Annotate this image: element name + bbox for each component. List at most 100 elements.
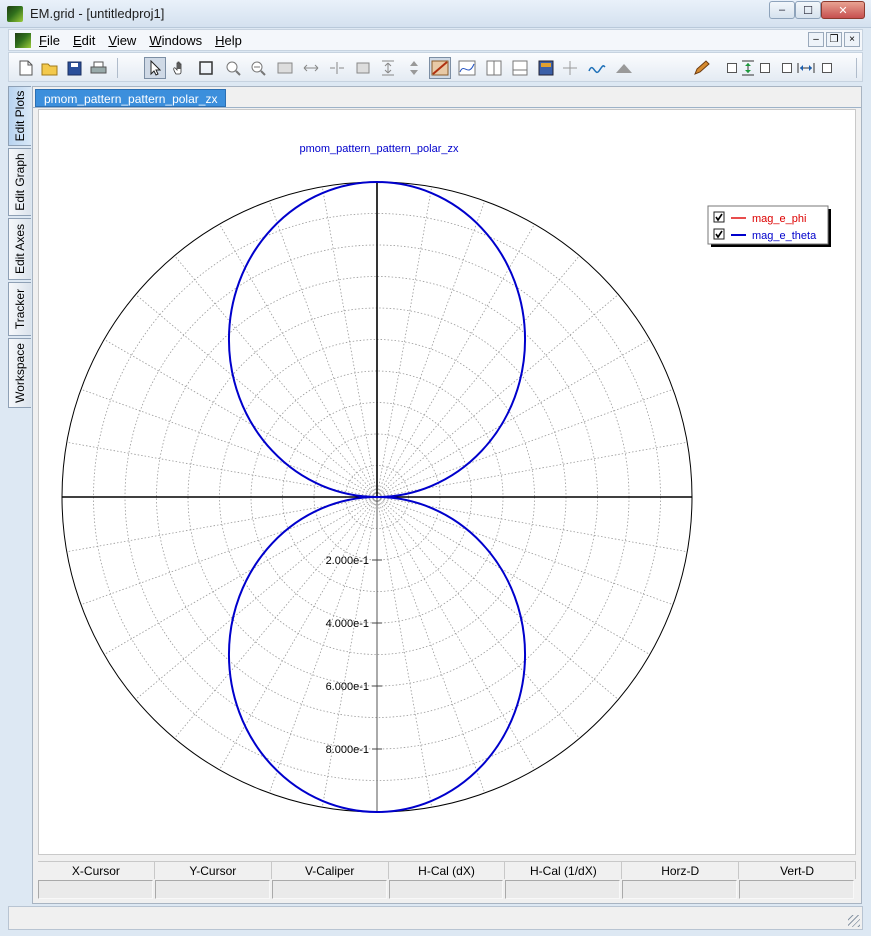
h-cal-inv-dx-header: H-Cal (1/dX) [505, 862, 623, 879]
grid-spoke [104, 496, 378, 655]
stretch-v-icon[interactable] [403, 57, 425, 79]
chart-title: pmom_pattern_pattern_polar_zx [300, 143, 459, 155]
legend-label: mag_e_theta [752, 230, 817, 242]
grid-spoke [376, 496, 535, 770]
menu-view[interactable]: View [108, 33, 136, 48]
h-caliper-icon[interactable] [795, 57, 817, 79]
peak-icon[interactable] [613, 57, 635, 79]
open-folder-icon[interactable] [39, 57, 61, 79]
horz-d-value [622, 880, 738, 899]
grid-spoke [376, 339, 650, 498]
fit-v-icon[interactable] [352, 57, 374, 79]
fit-height-icon[interactable] [377, 57, 399, 79]
tab-divider [33, 107, 861, 108]
menu-edit[interactable]: Edit [73, 33, 95, 48]
grid-spoke [376, 496, 674, 606]
tab-edit-axes[interactable]: Edit Axes [8, 218, 31, 280]
toolbar-checkbox-2[interactable] [760, 63, 770, 73]
maximize-button[interactable]: ☐ [795, 1, 821, 19]
grid-spoke [376, 224, 535, 498]
toolbar-checkbox-3[interactable] [782, 63, 792, 73]
grid-spoke [376, 255, 580, 498]
pan-hand-icon[interactable] [169, 57, 191, 79]
zoom-in-icon[interactable] [222, 57, 244, 79]
polar-chart[interactable]: 2.000e-1 4.000e-1 6.000e-1 8.000e-1 pmom_pat… [39, 110, 855, 854]
resize-grip-icon[interactable] [848, 915, 860, 927]
grid-spoke [376, 388, 674, 498]
grid-spoke [321, 186, 378, 498]
fit-page-icon[interactable] [274, 57, 296, 79]
curve-icon[interactable] [586, 57, 608, 79]
toolbar-separator [856, 58, 857, 78]
save-icon[interactable] [63, 57, 85, 79]
mdi-minimize-button[interactable]: – [808, 32, 824, 47]
pointer-icon[interactable] [144, 57, 166, 79]
tab-edit-graph[interactable]: Edit Graph [8, 148, 31, 216]
x-cursor-value [38, 880, 153, 899]
grid-spoke [376, 200, 486, 498]
status-bar [8, 906, 863, 930]
h-split-icon[interactable] [509, 57, 531, 79]
h-cal-inv-dx-value [505, 880, 621, 899]
pencil-icon[interactable] [691, 57, 713, 79]
toolbar [8, 52, 863, 82]
v-split-icon[interactable] [483, 57, 505, 79]
radial-tick-label: 2.000e-1 [326, 555, 369, 567]
tab-edit-plots[interactable]: Edit Plots [8, 86, 31, 146]
app-logo-icon [7, 6, 23, 22]
toolbar-checkbox-4[interactable] [822, 63, 832, 73]
color-map-icon[interactable] [535, 57, 557, 79]
grid-spoke [135, 294, 378, 498]
legend-checkbox [713, 228, 725, 240]
h-cal-dx-value [388, 880, 504, 899]
y-cursor-header: Y-Cursor [155, 862, 272, 879]
window-controls: – ☐ ✕ [769, 1, 865, 19]
horz-d-header: Horz-D [622, 862, 740, 879]
minimize-button[interactable]: – [769, 1, 795, 19]
grid-spoke [376, 496, 650, 655]
plot-area[interactable]: 2.000e-1 4.000e-1 6.000e-1 8.000e-1 pmom_pat… [38, 109, 856, 855]
zoom-out-icon[interactable] [247, 57, 269, 79]
grid-spoke [135, 496, 378, 700]
v-caliper-icon[interactable] [737, 57, 759, 79]
toolbar-separator [117, 58, 118, 78]
close-button[interactable]: ✕ [821, 1, 865, 19]
document-logo-icon[interactable] [15, 33, 31, 48]
fit-h-icon[interactable] [326, 57, 348, 79]
y-cursor-value [154, 880, 270, 899]
menu-windows[interactable]: Windows [149, 33, 202, 48]
mdi-controls: – ❐ × [808, 32, 860, 47]
x-cursor-header: X-Cursor [38, 862, 155, 879]
mdi-restore-button[interactable]: ❐ [826, 32, 842, 47]
radial-tick-label: 6.000e-1 [326, 681, 369, 693]
tab-plot-document[interactable]: pmom_pattern_pattern_polar_zx [35, 89, 227, 107]
print-icon[interactable] [87, 57, 109, 79]
grid-spoke [104, 339, 378, 498]
mdi-close-button[interactable]: × [844, 32, 860, 47]
menu-help[interactable]: Help [215, 33, 242, 48]
h-cal-dx-header: H-Cal (dX) [389, 862, 506, 879]
menu-bar: File Edit View Windows Help – ❐ × [8, 29, 863, 51]
tab-workspace[interactable]: Workspace [8, 338, 31, 408]
auto-scale-icon[interactable] [429, 57, 451, 79]
menu-items: File Edit View Windows Help [39, 33, 255, 48]
legend-checkbox [713, 211, 725, 223]
grid-spoke [80, 496, 378, 606]
tab-tracker[interactable]: Tracker [8, 282, 31, 336]
cursor-table-values [38, 880, 856, 899]
toolbar-checkbox-1[interactable] [727, 63, 737, 73]
zoom-fit-icon[interactable] [195, 57, 217, 79]
grid-spoke [219, 496, 378, 770]
crosshair-icon[interactable] [559, 57, 581, 79]
graph-options-icon[interactable] [456, 57, 478, 79]
vert-d-value [739, 880, 855, 899]
new-file-icon[interactable] [15, 57, 37, 79]
menu-file[interactable]: File [39, 33, 60, 48]
grid-spoke [80, 388, 378, 498]
grid-spoke [174, 255, 378, 498]
vert-d-header: Vert-D [739, 862, 857, 879]
v-caliper-header: V-Caliper [272, 862, 389, 879]
radial-tick-label: 4.000e-1 [326, 618, 369, 630]
cursor-table-header: X-Cursor Y-Cursor V-Caliper H-Cal (dX) H… [38, 861, 857, 879]
fit-width-icon[interactable] [300, 57, 322, 79]
